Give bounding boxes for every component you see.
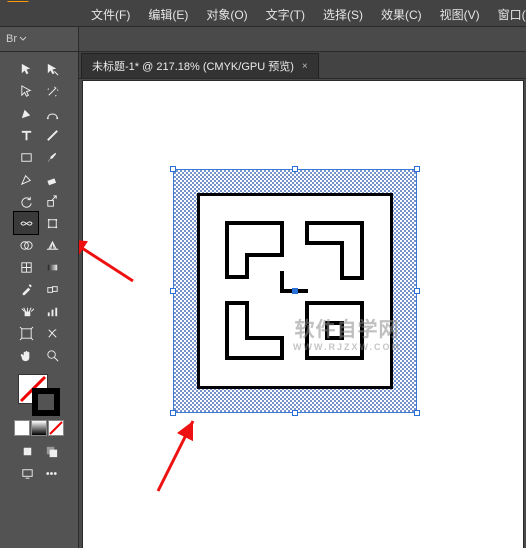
color-mode-gradient[interactable] — [31, 420, 47, 436]
curvature-tool[interactable] — [40, 102, 64, 124]
selection-center — [292, 288, 298, 294]
menu-bar: 文件(F) 编辑(E) 对象(O) 文字(T) 选择(S) 效果(C) 视图(V… — [0, 2, 526, 27]
rectangle-tool[interactable] — [14, 146, 38, 168]
color-mode-row — [14, 420, 64, 436]
menu-select[interactable]: 选择(S) — [314, 4, 372, 25]
selection-handle[interactable] — [170, 410, 176, 416]
close-icon[interactable]: × — [302, 61, 308, 72]
menu-type[interactable]: 文字(T) — [257, 4, 314, 25]
width-tool[interactable] — [14, 212, 38, 234]
bridge-link[interactable]: Br — [6, 33, 27, 45]
selection-handle[interactable] — [292, 166, 298, 172]
selection-handle[interactable] — [170, 166, 176, 172]
control-bar — [79, 27, 526, 52]
blend-tool[interactable] — [40, 278, 64, 300]
selection-tool[interactable] — [14, 58, 38, 80]
shape-builder-tool[interactable] — [14, 234, 38, 256]
column-graph-tool[interactable] — [40, 300, 64, 322]
none-icon — [49, 421, 63, 435]
selection-handle[interactable] — [414, 166, 420, 172]
magic-wand-tool[interactable] — [40, 80, 64, 102]
color-mode-color[interactable] — [14, 420, 30, 436]
canvas-viewport[interactable]: 软件自学网 WWW.RJZXW.COM — [79, 79, 526, 548]
drawing-mode-behind[interactable] — [40, 440, 62, 462]
document-tab-title: 未标题-1* @ 217.18% (CMYK/GPU 预览) — [92, 58, 294, 74]
zoom-tool[interactable] — [40, 344, 64, 366]
annotation-arrow — [123, 411, 213, 501]
menu-edit[interactable]: 编辑(E) — [139, 4, 197, 25]
rotate-tool[interactable] — [14, 190, 38, 212]
color-swatch-area — [0, 372, 78, 436]
document-area: 未标题-1* @ 217.18% (CMYK/GPU 预览) × — [79, 27, 526, 548]
direct-selection-tool[interactable] — [14, 80, 38, 102]
eraser-tool[interactable] — [40, 168, 64, 190]
line-segment-tool[interactable] — [40, 124, 64, 146]
color-mode-none[interactable] — [48, 420, 64, 436]
type-tool[interactable] — [14, 124, 38, 146]
gradient-tool[interactable] — [40, 256, 64, 278]
artboard-tool[interactable] — [14, 322, 38, 344]
menu-effect[interactable]: 效果(C) — [372, 4, 431, 25]
selection-handle[interactable] — [292, 410, 298, 416]
left-panel: Br — [0, 27, 79, 548]
menu-object[interactable]: 对象(O) — [197, 4, 256, 25]
pen-tool[interactable] — [14, 102, 38, 124]
group-selection-tool[interactable] — [40, 58, 64, 80]
annotation-arrow — [79, 231, 143, 291]
document-tab-bar: 未标题-1* @ 217.18% (CMYK/GPU 预览) × — [79, 52, 526, 79]
edit-toolbar[interactable] — [40, 462, 62, 484]
eyedropper-tool[interactable] — [14, 278, 38, 300]
perspective-grid-tool[interactable] — [40, 234, 64, 256]
slice-tool[interactable] — [40, 322, 64, 344]
selected-artwork[interactable] — [173, 169, 417, 413]
paintbrush-tool[interactable] — [40, 146, 64, 168]
selection-handle[interactable] — [414, 410, 420, 416]
document-tab[interactable]: 未标题-1* @ 217.18% (CMYK/GPU 预览) × — [81, 53, 319, 78]
bridge-link-label: Br — [6, 33, 17, 45]
selection-handle[interactable] — [414, 288, 420, 294]
selection-handle[interactable] — [170, 288, 176, 294]
symbol-sprayer-tool[interactable] — [14, 300, 38, 322]
mesh-tool[interactable] — [14, 256, 38, 278]
menu-view[interactable]: 视图(V) — [431, 4, 489, 25]
screen-mode[interactable] — [16, 462, 38, 484]
fill-stroke-swatch[interactable] — [16, 372, 62, 418]
menu-file[interactable]: 文件(F) — [82, 4, 139, 25]
scale-tool[interactable] — [40, 190, 64, 212]
free-transform-tool[interactable] — [40, 212, 64, 234]
hand-tool[interactable] — [14, 344, 38, 366]
artboard: 软件自学网 WWW.RJZXW.COM — [83, 81, 523, 548]
chevron-down-icon — [19, 35, 27, 43]
drawing-mode-normal[interactable] — [16, 440, 38, 462]
titlebar: Ai 文件(F) 编辑(E) 对象(O) 文字(T) 选择(S) 效果(C) 视… — [0, 0, 526, 27]
toolbox — [0, 52, 78, 548]
shaper-tool[interactable] — [14, 168, 38, 190]
stroke-swatch[interactable] — [32, 388, 60, 416]
menu-window[interactable]: 窗口(W) — [489, 4, 526, 25]
